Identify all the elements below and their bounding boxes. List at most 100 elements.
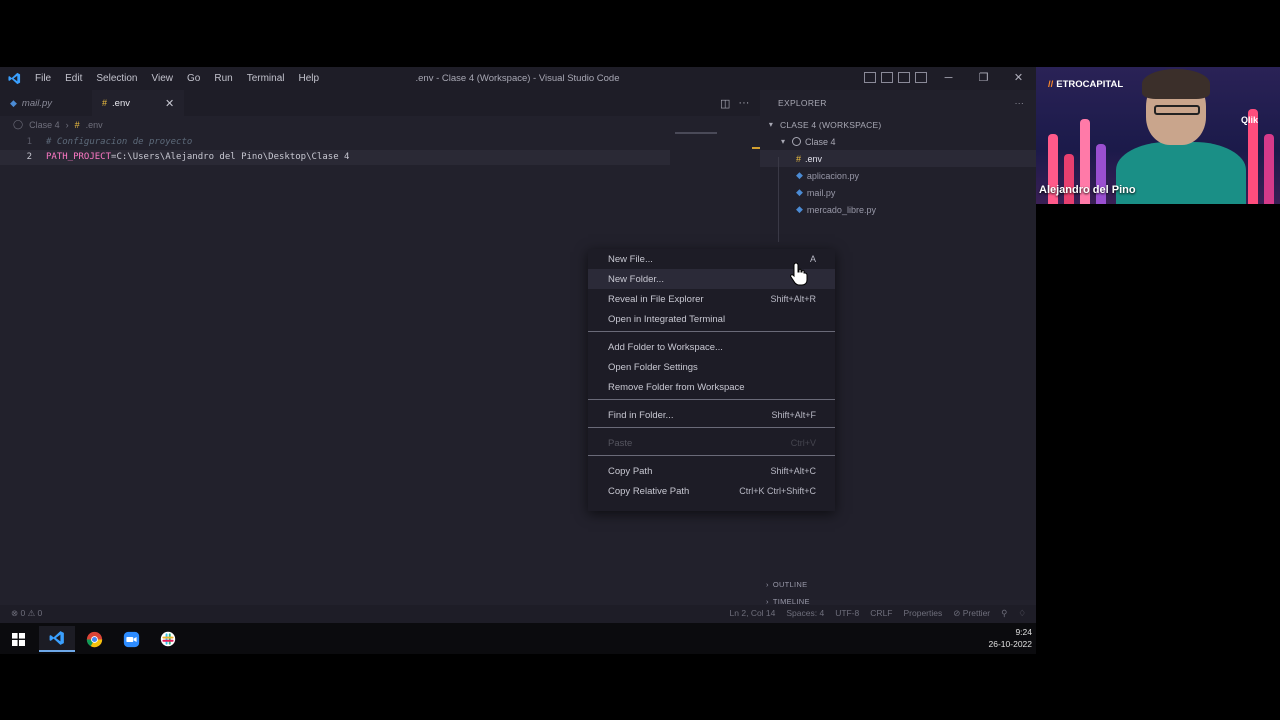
menu-shortcut: Shift+Alt+F [771,410,816,420]
menu-open-terminal[interactable]: Open in Integrated Terminal [588,309,835,329]
menu-separator [588,399,835,400]
brand-logo: // ETROCAPITAL [1048,79,1123,90]
file-row-aplicacion[interactable]: ◆ aplicacion.py [760,167,1036,184]
line-number: 2 [26,152,32,162]
code-line[interactable]: 1 # Configuracion de proyecto [0,135,670,150]
menu-paste: Paste Ctrl+V [588,433,835,453]
breadcrumb-file[interactable]: .env [86,120,103,130]
env-value: C:\Users\Alejandro del Pino\Desktop\Clas… [116,152,350,162]
menu-separator [588,331,835,332]
window-controls: ─ ❐ ✕ [931,67,1036,90]
menu-shortcut: Shift+Alt+C [770,466,816,476]
code-comment: # Configuracion de proyecto [46,137,193,147]
toggle-secondary-sidebar-icon[interactable] [898,72,910,83]
menu-remove-folder[interactable]: Remove Folder from Workspace [588,377,835,397]
env-icon: # [74,119,80,130]
env-icon: # [796,153,802,164]
prettier-status[interactable]: ⊘ Prettier [953,608,990,619]
minimap[interactable] [675,132,717,134]
customize-layout-icon[interactable] [915,72,927,83]
brand-mark-icon: // [1048,79,1054,90]
tab-mail-py[interactable]: ◆ mail.py [0,90,62,116]
status-right: Ln 2, Col 14 Spaces: 4 UTF-8 CRLF Proper… [730,608,1026,619]
menu-item-label: New File... [608,253,653,265]
folder-row[interactable]: ▾ Clase 4 [760,133,1036,150]
menu-go[interactable]: Go [180,67,207,90]
feedback-icon[interactable]: ⚲ [1001,608,1007,619]
tab-label: .env [112,97,130,109]
zoom-taskbar-icon[interactable] [113,626,149,652]
breadcrumb-folder[interactable]: Clase 4 [29,120,60,130]
restore-icon[interactable]: ❐ [966,67,1001,90]
menu-copy-relative-path[interactable]: Copy Relative Path Ctrl+K Ctrl+Shift+C [588,481,835,501]
env-icon: # [102,98,108,108]
workspace-row[interactable]: ▾ CLASE 4 (WORKSPACE) [760,116,1036,133]
line-number: 1 [26,137,32,147]
file-row-env[interactable]: # .env [760,150,1036,167]
file-label: mail.py [806,187,836,198]
menu-run[interactable]: Run [207,67,239,90]
split-editor-icon[interactable]: ◫ [720,97,730,110]
cursor-position[interactable]: Ln 2, Col 14 [730,608,776,619]
menu-item-label: Open in Integrated Terminal [608,313,726,325]
vscode-logo-icon[interactable] [0,67,28,90]
menu-copy-path[interactable]: Copy Path Shift+Alt+C [588,461,835,481]
menu-item-label: Remove Folder from Workspace [608,381,745,393]
minimize-icon[interactable]: ─ [931,67,966,90]
menu-item-label: Copy Path [608,465,653,477]
encoding[interactable]: UTF-8 [835,608,859,619]
brand-name: ETROCAPITAL [1056,79,1124,90]
breadcrumb-separator: › [65,119,69,130]
code-line-current[interactable]: 2 PATH_PROJECT=C:\Users\Alejandro del Pi… [0,150,670,165]
menu-item-label: Open Folder Settings [608,361,698,373]
menu-shortcut: Ctrl+K Ctrl+Shift+C [739,486,816,496]
menu-file[interactable]: File [28,67,58,90]
problems-indicator[interactable]: ⊗ 0 ⚠ 0 [11,608,42,619]
menu-reveal-in-explorer[interactable]: Reveal in File Explorer Shift+Alt+R [588,289,835,309]
tab-env[interactable]: # .env ✕ [92,90,185,116]
breadcrumb: ◯ Clase 4 › # .env [13,119,103,130]
status-bar: ⊗ 0 ⚠ 0 Ln 2, Col 14 Spaces: 4 UTF-8 CRL… [0,605,1036,623]
menu-shortcut: Shift+Alt+R [770,294,816,304]
more-actions-icon[interactable]: ··· [738,97,749,110]
file-label: .env [805,153,823,164]
python-icon: ◆ [796,187,803,197]
explorer-title: EXPLORER [778,98,827,108]
explorer-more-icon[interactable]: ··· [1015,98,1024,108]
indentation[interactable]: Spaces: 4 [786,608,824,619]
toggle-panel-icon[interactable] [881,72,893,83]
folder-icon [792,137,801,146]
close-window-icon[interactable]: ✕ [1001,67,1036,90]
system-clock[interactable]: 9:24 26-10-2022 [989,626,1032,650]
menu-item-label: Find in Folder... [608,409,674,421]
file-row-mercado-libre[interactable]: ◆ mercado_libre.py [760,201,1036,218]
menu-edit[interactable]: Edit [58,67,89,90]
menu-help[interactable]: Help [292,67,327,90]
menu-folder-settings[interactable]: Open Folder Settings [588,357,835,377]
windows-start-icon[interactable] [0,626,36,652]
notifications-icon[interactable]: ♢ [1018,608,1026,619]
window-title: .env - Clase 4 (Workspace) - Visual Stud… [415,73,620,84]
layout-controls [864,72,927,83]
python-icon: ◆ [796,204,803,214]
backdrop-bar [1064,154,1074,204]
menu-view[interactable]: View [145,67,181,90]
toggle-primary-sidebar-icon[interactable] [864,72,876,83]
menu-item-label: Copy Relative Path [608,485,690,497]
menu-find-in-folder[interactable]: Find in Folder... Shift+Alt+F [588,405,835,425]
slack-taskbar-icon[interactable] [150,626,186,652]
outline-header[interactable]: › OUTLINE [760,576,1036,593]
file-row-mail[interactable]: ◆ mail.py [760,184,1036,201]
close-tab-icon[interactable]: ✕ [165,97,174,110]
menu-selection[interactable]: Selection [89,67,144,90]
outline-label: OUTLINE [772,580,808,589]
participant-name: Alejandro del Pino [1039,184,1136,196]
menu-terminal[interactable]: Terminal [240,67,292,90]
file-label: aplicacion.py [806,170,859,181]
language-mode[interactable]: Properties [904,608,943,619]
vscode-taskbar-icon[interactable] [39,626,75,652]
line-ending[interactable]: CRLF [870,608,892,619]
chrome-taskbar-icon[interactable] [76,626,112,652]
menu-add-folder[interactable]: Add Folder to Workspace... [588,337,835,357]
clock-time: 9:24 [1015,627,1032,637]
